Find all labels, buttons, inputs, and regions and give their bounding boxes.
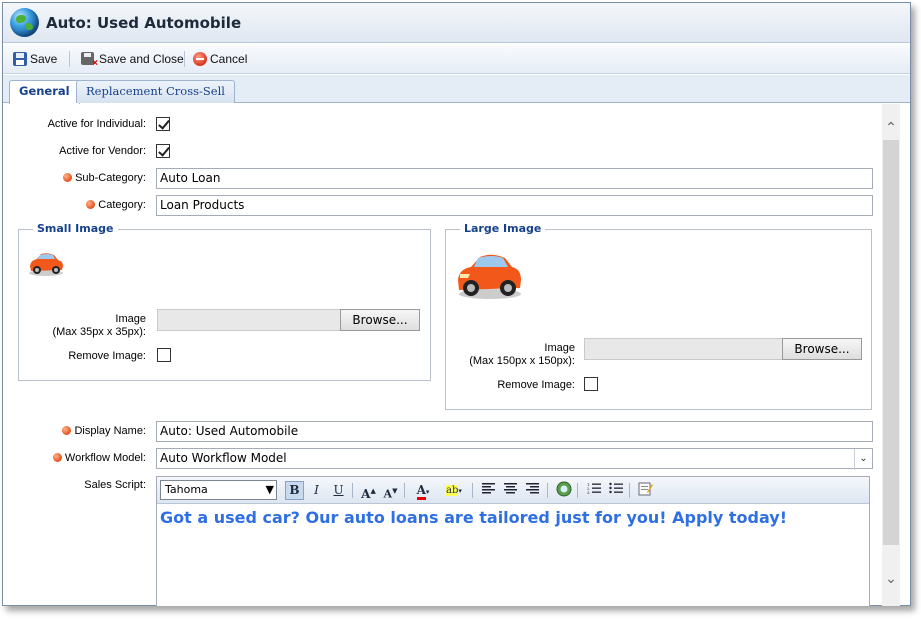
shrink-font-icon[interactable]: A▼ xyxy=(381,481,400,501)
sub-category-label-text: Sub-Category: xyxy=(75,172,146,184)
sales-script-label: Sales Script: xyxy=(84,479,146,491)
large-image-browse-button[interactable]: Browse... xyxy=(782,338,862,360)
align-center-icon[interactable] xyxy=(501,481,520,500)
category-label: Category: xyxy=(86,199,146,211)
bulleted-list-icon[interactable] xyxy=(606,481,625,500)
toolbar-divider xyxy=(69,51,70,67)
small-image-browse-button[interactable]: Browse... xyxy=(340,309,420,331)
small-remove-image-checkbox[interactable] xyxy=(157,348,171,362)
window-title: Auto: Used Automobile xyxy=(46,14,242,32)
workflow-model-select[interactable]: Auto Workflow Model ⌄ xyxy=(156,448,873,470)
editor-divider xyxy=(404,483,405,498)
sub-category-label: Sub-Category: xyxy=(63,172,146,184)
small-image-label: Image xyxy=(115,313,146,325)
tab-bar: General Replacement Cross-Sell xyxy=(3,75,910,104)
editor-divider xyxy=(629,483,630,498)
active-individual-checkbox[interactable] xyxy=(156,117,170,131)
small-image-size-note: (Max 35px x 35px): xyxy=(52,326,146,338)
large-remove-image-checkbox[interactable] xyxy=(584,377,598,391)
save-close-icon: × xyxy=(81,51,98,68)
small-image-legend: Small Image xyxy=(33,222,118,235)
save-button[interactable]: Save xyxy=(13,51,57,67)
large-image-label: Image xyxy=(544,342,575,354)
small-image-file-input[interactable] xyxy=(157,309,341,331)
align-right-icon[interactable] xyxy=(523,481,542,500)
display-name-field[interactable]: Auto: Used Automobile xyxy=(156,421,873,442)
editor-divider xyxy=(472,483,473,498)
sales-script-content[interactable]: Got a used car? Our auto loans are tailo… xyxy=(160,508,787,527)
display-name-label: Display Name: xyxy=(62,425,146,437)
font-family-select[interactable]: Tahoma ▼ xyxy=(160,480,277,500)
font-family-value: Tahoma xyxy=(165,483,208,496)
form-content: Active for Individual: Active for Vendor… xyxy=(3,104,881,606)
editor-divider xyxy=(577,483,578,498)
cancel-icon xyxy=(193,52,207,66)
save-label: Save xyxy=(30,52,58,66)
numbered-list-icon[interactable]: 123 xyxy=(584,481,603,500)
large-image-size-note: (Max 150px x 150px): xyxy=(469,355,575,367)
highlight-color-icon[interactable]: ab▾ xyxy=(441,481,467,500)
active-vendor-label: Active for Vendor: xyxy=(59,145,146,157)
align-left-icon[interactable] xyxy=(479,481,498,500)
large-image-legend: Large Image xyxy=(460,222,546,235)
large-image-file-input[interactable] xyxy=(584,338,783,360)
small-image-group: Small Image Image (Max 35px x 35px): Bro… xyxy=(18,222,431,381)
title-bar: Auto: Used Automobile xyxy=(3,3,910,43)
workflow-model-label: Workflow Model: xyxy=(52,452,146,464)
category-label-text: Category: xyxy=(98,199,146,211)
required-indicator-icon xyxy=(52,453,62,462)
scrollbar-thumb[interactable] xyxy=(883,140,899,545)
scroll-down-icon[interactable]: ⌄ xyxy=(882,569,900,587)
editor-divider xyxy=(352,483,353,498)
active-vendor-checkbox[interactable] xyxy=(156,144,170,158)
globe-icon xyxy=(10,8,39,37)
dialog-window: Auto: Used Automobile Save × Save and Cl… xyxy=(2,2,911,606)
sub-category-field[interactable]: Auto Loan xyxy=(156,168,873,189)
required-indicator-icon xyxy=(62,426,72,435)
floppy-disk-icon xyxy=(13,52,27,66)
large-image-group: Large Image Image (Max 150px x 150px): B… xyxy=(445,222,872,410)
required-indicator-icon xyxy=(63,173,73,182)
chevron-down-icon[interactable]: ⌄ xyxy=(854,449,872,470)
svg-text:3: 3 xyxy=(587,490,590,494)
editor-toolbar: Tahoma ▼ B I U A▲ A▼ A▾ ab▾ 1 2 3 xyxy=(157,477,869,504)
workflow-model-label-text: Workflow Model: xyxy=(64,452,146,464)
editor-divider xyxy=(547,483,548,498)
workflow-model-value: Auto Workflow Model xyxy=(160,451,287,465)
save-close-label: Save and Close xyxy=(99,52,184,66)
category-field[interactable]: Loan Products xyxy=(156,195,873,216)
insert-image-icon[interactable] xyxy=(554,481,573,500)
cancel-button[interactable]: Cancel xyxy=(193,51,247,67)
underline-icon[interactable]: U xyxy=(329,481,348,500)
sales-script-editor: Tahoma ▼ B I U A▲ A▼ A▾ ab▾ 1 2 3 Got a … xyxy=(156,476,870,606)
tab-replacement-cross-sell[interactable]: Replacement Cross-Sell xyxy=(76,80,235,103)
edit-html-icon[interactable] xyxy=(636,481,655,500)
tab-general[interactable]: General xyxy=(9,80,80,104)
toolbar: Save × Save and Close Cancel xyxy=(3,44,910,74)
toolbar-divider xyxy=(184,51,185,67)
large-car-image xyxy=(458,254,521,299)
small-remove-image-label: Remove Image: xyxy=(68,350,146,362)
vertical-scrollbar[interactable]: ⌃ ⌄ xyxy=(882,104,900,606)
active-individual-label: Active for Individual: xyxy=(47,118,146,130)
grow-font-icon[interactable]: A▲ xyxy=(359,481,378,501)
save-and-close-button[interactable]: × Save and Close xyxy=(81,51,184,68)
display-name-label-text: Display Name: xyxy=(74,425,146,437)
font-color-icon[interactable]: A▾ xyxy=(411,481,435,500)
large-remove-image-label: Remove Image: xyxy=(497,379,575,391)
cancel-label: Cancel xyxy=(210,52,248,66)
small-car-image xyxy=(29,253,63,276)
chevron-down-icon: ▼ xyxy=(265,483,274,496)
italic-icon[interactable]: I xyxy=(307,481,326,500)
required-indicator-icon xyxy=(86,200,96,209)
bold-icon[interactable]: B xyxy=(285,481,304,500)
scroll-up-icon[interactable]: ⌃ xyxy=(882,118,900,136)
